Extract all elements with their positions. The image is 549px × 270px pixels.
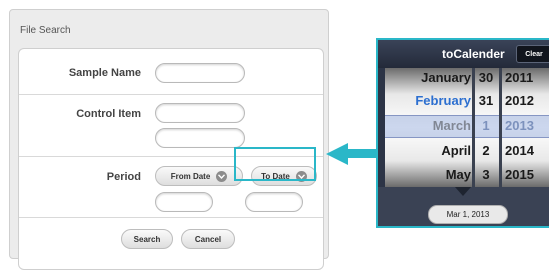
cancel-button[interactable]: Cancel bbox=[181, 229, 235, 249]
picker-pointer bbox=[455, 187, 471, 196]
wheel-day[interactable]: 1 bbox=[475, 118, 497, 133]
from-date-label: From Date bbox=[170, 171, 211, 181]
panel-title: File Search bbox=[20, 25, 71, 36]
wheel-year[interactable]: 2013 bbox=[505, 118, 534, 133]
date-wheel[interactable]: January February March April May 30 31 1… bbox=[385, 68, 549, 187]
period-label: Period bbox=[106, 171, 141, 183]
wheel-month[interactable]: January bbox=[385, 70, 471, 85]
wheel-day[interactable]: 30 bbox=[475, 70, 497, 85]
callout-arrow bbox=[346, 149, 376, 158]
control-item-label: Control Item bbox=[76, 108, 141, 120]
from-date-field[interactable] bbox=[155, 192, 213, 212]
wheel-month[interactable]: March bbox=[385, 118, 471, 133]
wheel-divider bbox=[472, 68, 475, 187]
to-date-field[interactable] bbox=[245, 192, 303, 212]
wheel-year[interactable]: 2015 bbox=[505, 167, 534, 182]
wheel-day[interactable]: 2 bbox=[475, 143, 497, 158]
wheel-month[interactable]: May bbox=[385, 167, 471, 182]
row-divider bbox=[19, 217, 323, 218]
search-label: Search bbox=[133, 234, 161, 244]
control-item-input-2[interactable] bbox=[155, 128, 245, 148]
search-button[interactable]: Search bbox=[121, 229, 173, 249]
wheel-month[interactable]: April bbox=[385, 143, 471, 158]
wheel-year[interactable]: 2011 bbox=[505, 70, 533, 85]
date-picker-popup: toCalender Clear January February March … bbox=[376, 38, 549, 228]
sample-name-label: Sample Name bbox=[68, 67, 141, 79]
chevron-down-icon bbox=[216, 170, 228, 182]
wheel-month[interactable]: February bbox=[385, 93, 471, 108]
selected-date-readout: Mar 1, 2013 bbox=[428, 205, 508, 224]
cancel-label: Cancel bbox=[194, 234, 222, 244]
sample-name-input[interactable] bbox=[155, 63, 245, 83]
callout-arrow-head bbox=[326, 143, 348, 165]
to-date-highlight bbox=[234, 147, 316, 181]
wheel-year[interactable]: 2014 bbox=[505, 143, 534, 158]
file-search-panel: File Search Sample Name Control Item Per… bbox=[9, 9, 329, 270]
clear-button[interactable]: Clear bbox=[516, 45, 549, 63]
wheel-year[interactable]: 2012 bbox=[505, 93, 534, 108]
from-date-button[interactable]: From Date bbox=[155, 166, 243, 186]
picker-title: toCalender bbox=[442, 47, 505, 61]
wheel-day[interactable]: 3 bbox=[475, 167, 497, 182]
picker-header: toCalender Clear bbox=[378, 40, 549, 68]
wheel-day[interactable]: 31 bbox=[475, 93, 497, 108]
control-item-input-1[interactable] bbox=[155, 103, 245, 123]
row-divider bbox=[19, 94, 323, 95]
wheel-divider bbox=[499, 68, 502, 187]
